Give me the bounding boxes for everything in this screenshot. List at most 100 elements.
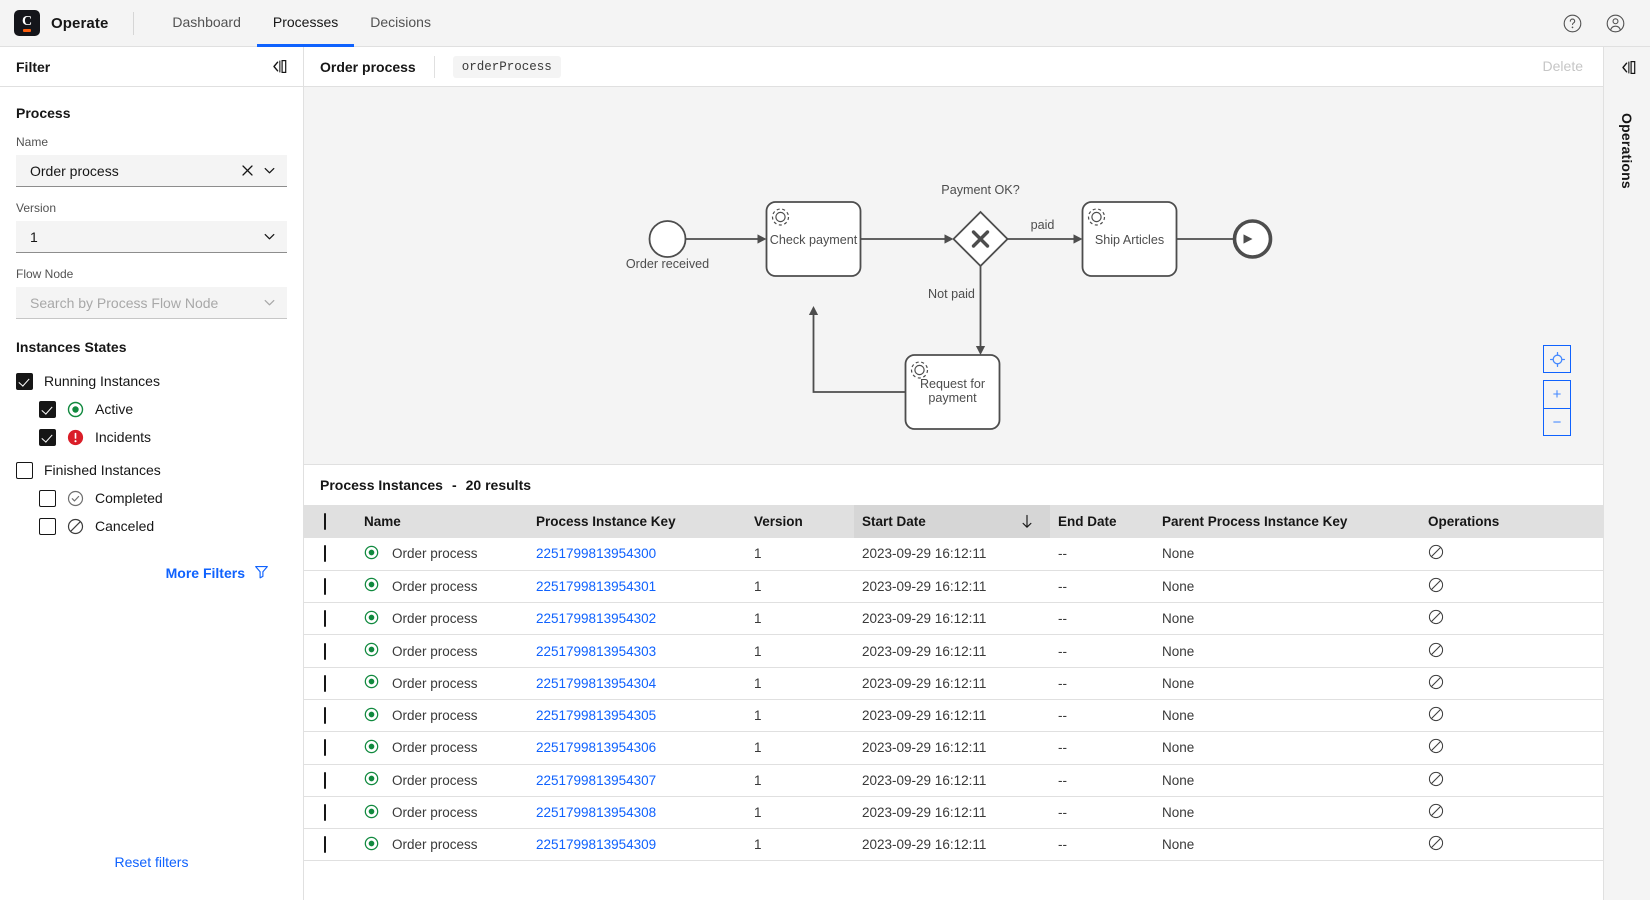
help-icon[interactable] [1562,13,1583,34]
table-row[interactable]: Order process 2251799813954301 1 2023-09-29… [304,570,1603,603]
checkbox-incidents[interactable]: Incidents [16,423,287,451]
column-start-date[interactable]: Start Date [854,505,1050,538]
cancel-icon[interactable] [1428,577,1444,596]
cancel-icon[interactable] [1428,836,1444,854]
cancel-icon[interactable] [1428,803,1444,822]
cancel-icon[interactable] [1428,739,1444,757]
active-icon [364,836,379,854]
row-process-instance-key[interactable]: 2251799813954301 [536,579,656,594]
row-process-instance-key[interactable]: 2251799813954304 [536,676,656,691]
reset-filters-button[interactable]: Reset filters [115,854,189,870]
row-checkbox[interactable] [324,836,326,854]
cancel-icon[interactable] [1428,707,1444,725]
cancel-icon[interactable] [1428,642,1444,661]
column-parent-process-instance-key[interactable]: Parent Process Instance Key [1154,505,1420,538]
table-row[interactable]: Order process 2251799813954309 1 2023-09-29… [304,829,1603,861]
row-process-instance-key[interactable]: 2251799813954309 [536,837,656,852]
row-checkbox[interactable] [324,545,326,563]
table-row[interactable]: Order process 2251799813954300 1 2023-09-29… [304,538,1603,571]
table-row[interactable]: Order process 2251799813954307 1 2023-09-29… [304,764,1603,797]
page-title: Order process [320,58,416,75]
row-process-instance-key[interactable]: 2251799813954302 [536,611,656,626]
checkbox-box[interactable] [16,372,33,390]
bpmn-diagram[interactable]: Order received Check payment Payment OK?… [304,87,1603,465]
checkbox-running-instances[interactable]: Running Instances [16,367,287,395]
panel-collapse-icon[interactable] [1617,47,1638,87]
active-icon [364,610,379,628]
row-operations-cell [1420,635,1603,667]
row-process-instance-key[interactable]: 2251799813954306 [536,740,656,755]
checkbox-box[interactable] [39,489,56,507]
checkbox-box[interactable] [39,517,56,535]
row-process-instance-key[interactable]: 2251799813954300 [536,546,656,561]
chevron-down-icon[interactable] [262,295,277,310]
chevron-down-icon[interactable] [262,229,277,244]
cancel-icon[interactable] [1428,545,1444,563]
cancel-icon[interactable] [1428,771,1444,790]
checkbox-active[interactable]: Active [16,395,287,423]
version-value: 1 [30,228,38,245]
instances-states-title: Instances States [16,339,127,355]
zoom-out-button[interactable]: − [1543,408,1571,436]
row-process-instance-key[interactable]: 2251799813954307 [536,773,656,788]
process-name-select[interactable]: Order process [16,155,287,187]
zoom-in-button[interactable]: + [1543,380,1571,408]
row-version: 1 [754,805,762,821]
nav-item-dashboard[interactable]: Dashboard [156,0,257,47]
table-row[interactable]: Order process 2251799813954304 1 2023-09-29… [304,667,1603,700]
clear-icon[interactable] [239,162,256,179]
table-row[interactable]: Order process 2251799813954305 1 2023-09-29… [304,699,1603,732]
brand[interactable]: C Operate [14,10,108,36]
fit-viewport-icon[interactable] [1543,345,1571,373]
select-all-checkbox[interactable] [324,513,326,530]
row-checkbox[interactable] [324,804,326,822]
checkbox-canceled[interactable]: Canceled [16,512,287,540]
row-start-date: 2023-09-29 16:12:11 [862,772,987,788]
row-select-cell [304,570,356,602]
user-avatar-icon[interactable] [1605,13,1626,34]
nav-divider [133,11,135,35]
delete-button[interactable]: Delete [1543,58,1587,74]
nav-item-decisions[interactable]: Decisions [354,0,447,47]
column-name[interactable]: Name [356,505,528,538]
table-row[interactable]: Order process 2251799813954302 1 2023-09-29… [304,603,1603,635]
table-row[interactable]: Order process 2251799813954306 1 2023-09-29… [304,732,1603,765]
row-checkbox[interactable] [324,739,326,757]
column-end-date[interactable]: End Date [1050,505,1154,538]
flow-node-select[interactable]: Search by Process Flow Node [16,287,287,319]
header-divider [433,55,435,78]
table-row[interactable]: Order process 2251799813954308 1 2023-09-29… [304,796,1603,829]
panel-collapse-icon[interactable] [268,56,289,77]
chevron-down-icon[interactable] [262,163,277,178]
table-row[interactable]: Order process 2251799813954303 1 2023-09-29… [304,635,1603,668]
row-select-cell [304,829,356,861]
checkbox-completed[interactable]: Completed [16,484,287,512]
row-parent-key: None [1162,675,1195,691]
checkbox-box[interactable] [16,461,33,479]
row-checkbox[interactable] [324,577,326,595]
more-filters-button[interactable]: More Filters [16,564,287,582]
row-name-cell: Order process [356,796,528,828]
checkbox-box[interactable] [39,428,56,446]
process-header: Order process orderProcess Delete [304,47,1603,87]
version-select[interactable]: 1 [16,221,287,253]
row-checkbox[interactable] [324,771,326,789]
row-process-instance-key[interactable]: 2251799813954303 [536,644,656,659]
row-checkbox[interactable] [324,707,326,725]
row-name: Order process [392,708,478,724]
cancel-icon[interactable] [1428,674,1444,693]
nav-item-processes[interactable]: Processes [256,0,355,47]
column-version[interactable]: Version [746,505,854,538]
row-checkbox[interactable] [324,610,326,628]
header-actions: Delete [1543,58,1587,76]
checkbox-finished-instances[interactable]: Finished Instances [16,456,287,484]
row-key-cell: 2251799813954309 [528,829,746,861]
row-process-instance-key[interactable]: 2251799813954305 [536,708,656,723]
row-name-cell: Order process [356,829,528,861]
checkbox-box[interactable] [39,400,56,418]
cancel-icon[interactable] [1428,610,1444,628]
row-process-instance-key[interactable]: 2251799813954308 [536,805,656,820]
column-process-instance-key[interactable]: Process Instance Key [528,505,746,538]
row-checkbox[interactable] [324,642,326,660]
row-checkbox[interactable] [324,674,326,692]
